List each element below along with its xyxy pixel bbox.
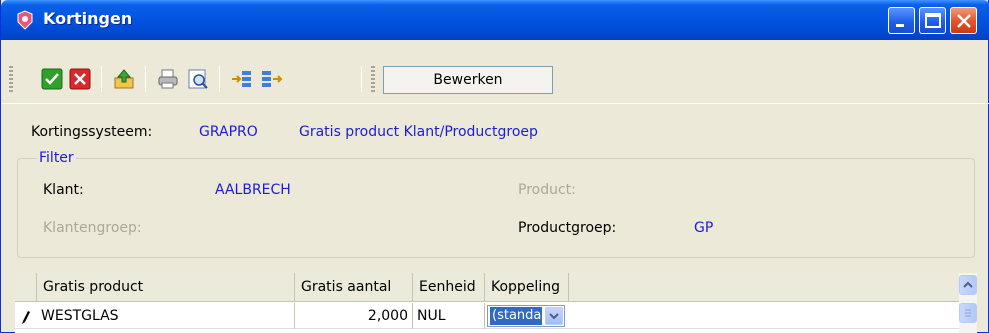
preview-button[interactable] [185,66,211,92]
productgroep-value[interactable]: GP [694,220,713,236]
move-right-button[interactable] [229,66,255,92]
cell-gratis-aantal[interactable]: 2,000 [295,303,413,329]
dropdown-button[interactable] [545,307,563,325]
cancel-button[interactable] [67,66,93,92]
minimize-button[interactable] [888,7,915,34]
column-header-gratis-aantal[interactable]: Gratis aantal [295,273,413,302]
scroll-up-button[interactable] [959,275,977,295]
maximize-icon [925,13,941,28]
klant-value[interactable]: AALBRECH [215,182,291,198]
grid-header: Gratis product Gratis aantal Eenheid Kop… [15,273,977,302]
koppeling-selected-value: (standaa [490,307,542,325]
koppeling-dropdown[interactable]: (standaa [487,305,565,327]
toolbar-separator [219,66,220,92]
chevron-down-icon [549,313,559,320]
toolbar: Bewerken [7,62,977,100]
cancel-x-icon [69,68,91,90]
toolbar-separator [361,66,362,92]
column-header-eenheid[interactable]: Eenheid [413,273,485,302]
maximize-button[interactable] [919,7,946,34]
product-label: Product: [518,182,576,198]
close-button[interactable] [950,7,977,34]
klantengroep-label: Klantengroep: [43,220,142,236]
toolbar-divider [1,103,989,104]
export-button[interactable] [111,66,137,92]
filter-legend: Filter [37,150,76,166]
column-header-gratis-product[interactable]: Gratis product [37,273,295,302]
productgroep-label: Productgroep: [518,220,617,236]
chevron-up-icon [963,281,973,288]
window-title: Kortingen [43,9,133,28]
klant-label: Klant: [43,182,84,198]
move-all-right-icon [262,71,283,87]
edit-pencil-icon [15,303,35,329]
system-description: Gratis product Klant/Productgroep [299,124,538,140]
discount-app-icon [15,10,35,30]
print-button[interactable] [155,66,181,92]
scroll-thumb[interactable] [959,303,977,323]
row-indicator-header [15,273,37,302]
move-right-icon [232,71,251,87]
export-icon [114,69,134,89]
edit-button[interactable]: Bewerken [383,66,553,94]
cell-gratis-product[interactable]: WESTGLAS [37,303,295,329]
confirm-check-icon [41,68,63,90]
minimize-icon [896,24,904,27]
move-all-right-button[interactable] [259,66,285,92]
window: Kortingen Bewerken Kortingssysteem: GRAP… [0,0,989,333]
title-bar: Kortingen [1,0,989,40]
vertical-scrollbar[interactable] [959,273,977,333]
cell-eenheid[interactable]: NUL [413,303,485,329]
print-icon [158,69,178,89]
column-header-koppeling[interactable]: Koppeling [485,273,569,302]
preview-icon [188,69,208,89]
confirm-button[interactable] [39,66,65,92]
toolbar-grip[interactable] [9,66,13,92]
system-label: Kortingssysteem: [31,124,153,140]
system-code: GRAPRO [199,124,258,140]
close-icon [957,14,971,28]
grip-lines-icon [965,309,971,317]
discount-grid: Gratis product Gratis aantal Eenheid Kop… [15,273,977,333]
filter-group [17,158,975,258]
toolbar-grip[interactable] [371,66,375,92]
toolbar-separator [101,66,102,92]
toolbar-separator [145,66,146,92]
